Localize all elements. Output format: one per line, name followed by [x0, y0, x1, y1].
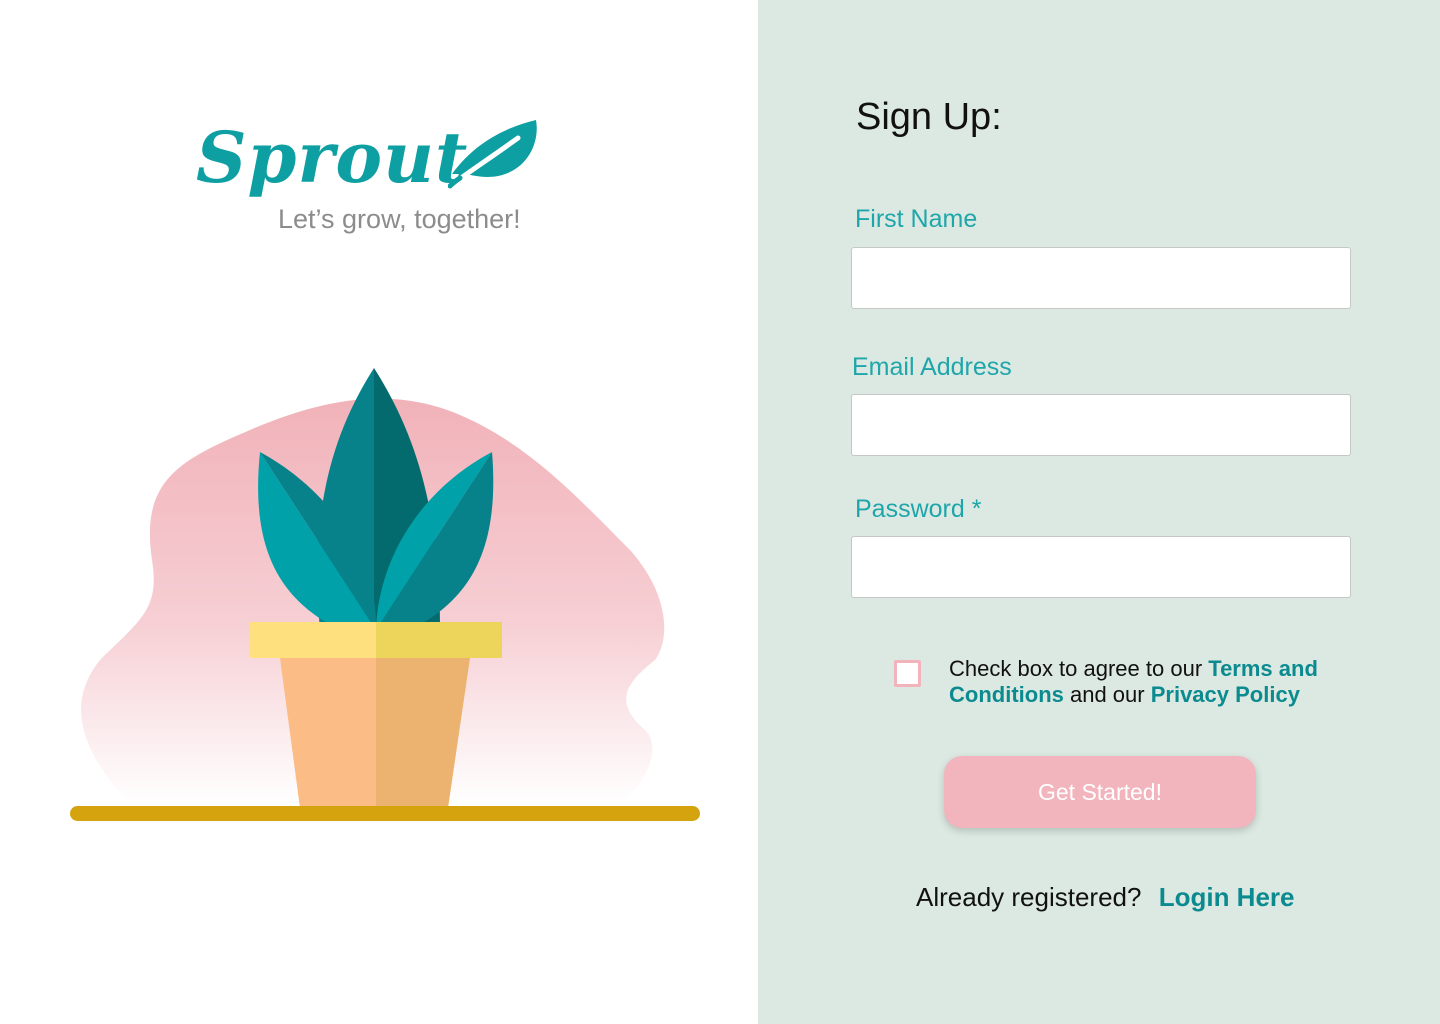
signup-form-panel: Sign Up: First Name Email Address Passwo… [758, 0, 1440, 1024]
agreement-middle: and our [1063, 682, 1151, 707]
login-prompt: Already registered? [916, 882, 1142, 912]
email-label: Email Address [852, 353, 1012, 381]
first-name-field[interactable] [851, 247, 1351, 309]
pot-rim-left [250, 622, 376, 658]
shelf [70, 806, 700, 821]
leaf-icon [448, 120, 537, 189]
brand-logo: Sprout [196, 108, 546, 218]
login-link[interactable]: Login Here [1159, 882, 1295, 912]
agreement-prefix: Check box to agree to our [949, 656, 1209, 681]
get-started-button[interactable]: Get Started! [944, 756, 1256, 828]
password-label: Password * [855, 495, 982, 523]
agreement-text: Check box to agree to our Terms and Cond… [949, 656, 1324, 708]
potted-plant-illustration [70, 368, 700, 821]
terms-checkbox[interactable] [894, 660, 921, 687]
login-row: Already registered? Login Here [916, 882, 1295, 913]
agreement-row: Check box to agree to our Terms and Cond… [894, 656, 1324, 708]
tagline: Let’s grow, together! [278, 204, 521, 234]
first-name-label: First Name [855, 205, 978, 233]
signup-page: Sprout Let’s grow, together! Sign Up: Fi… [0, 0, 1440, 1024]
pot-rim-right [376, 622, 502, 658]
page-title: Sign Up: [856, 96, 1002, 138]
privacy-link[interactable]: Privacy Policy [1151, 682, 1300, 707]
brand-name: Sprout [196, 116, 469, 199]
password-field[interactable] [851, 536, 1351, 598]
brand-panel: Sprout Let’s grow, together! [0, 0, 758, 1024]
email-field[interactable] [851, 394, 1351, 456]
